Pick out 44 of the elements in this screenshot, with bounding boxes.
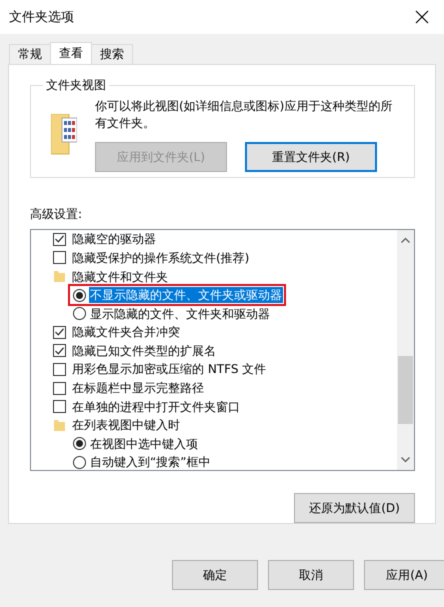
radio-button[interactable] [73, 437, 86, 450]
scroll-up-icon[interactable] [401, 237, 410, 244]
option-label: 自动键入到“搜索”框中 [89, 454, 212, 470]
scroll-down-icon[interactable] [401, 457, 410, 463]
radio-button[interactable] [73, 288, 86, 302]
option-label: 显示隐藏的文件、文件夹和驱动器 [89, 306, 271, 322]
setting-label: 在单独的进程中打开文件夹窗口 [71, 398, 241, 415]
scrollbar[interactable] [397, 230, 414, 470]
folder-icon [51, 114, 77, 156]
description-text: 你可以将此视图(如详细信息或图标)应用于这种类型的所有文件夹。 [95, 98, 394, 132]
dialog-button[interactable]: 确定 [172, 560, 258, 590]
checkbox[interactable] [53, 382, 66, 395]
group-label: 在列表视图中键入时 [71, 417, 181, 434]
setting-label: 隐藏已知文件类型的扩展名 [71, 342, 217, 359]
tab[interactable]: 搜索 [91, 44, 133, 64]
tab[interactable]: 查看 [50, 42, 92, 64]
checkbox[interactable] [53, 362, 66, 376]
setting-label: 隐藏文件夹合并冲突 [71, 324, 181, 340]
checkbox[interactable] [53, 344, 66, 358]
folder-button[interactable]: 重置文件夹(R) [245, 142, 377, 172]
checkbox[interactable] [53, 232, 66, 246]
dialog-button[interactable]: 应用(A) [364, 560, 444, 590]
option-label: 在视图中选中键入项 [89, 436, 199, 452]
scroll-thumb[interactable] [398, 356, 413, 424]
setting-label: 隐藏空的驱动器 [71, 231, 157, 248]
checkbox[interactable] [53, 400, 66, 414]
section-label: 高级设置: [30, 206, 84, 224]
checkbox[interactable] [53, 326, 66, 339]
group-title: 文件夹视图 [45, 77, 107, 94]
restore-defaults-button[interactable]: 还原为默认值(D) [294, 493, 415, 523]
option-label: 不显示隐藏的文件、文件夹或驱动器 [89, 287, 283, 304]
folder-icon [53, 270, 66, 284]
group-label: 隐藏文件和文件夹 [71, 268, 169, 285]
checkbox[interactable] [53, 251, 66, 264]
radio-button[interactable] [73, 307, 86, 320]
setting-label: 隐藏受保护的操作系统文件(推荐) [71, 250, 250, 266]
setting-label: 在标题栏中显示完整路径 [71, 380, 205, 396]
window-title: 文件夹选项 [9, 9, 74, 26]
setting-label: 用彩色显示加密或压缩的 NTFS 文件 [71, 361, 268, 378]
folder-icon [53, 418, 66, 432]
radio-button[interactable] [73, 456, 86, 469]
close-icon [415, 10, 429, 24]
tab[interactable]: 常规 [9, 44, 51, 64]
dialog-button[interactable]: 取消 [268, 560, 354, 590]
